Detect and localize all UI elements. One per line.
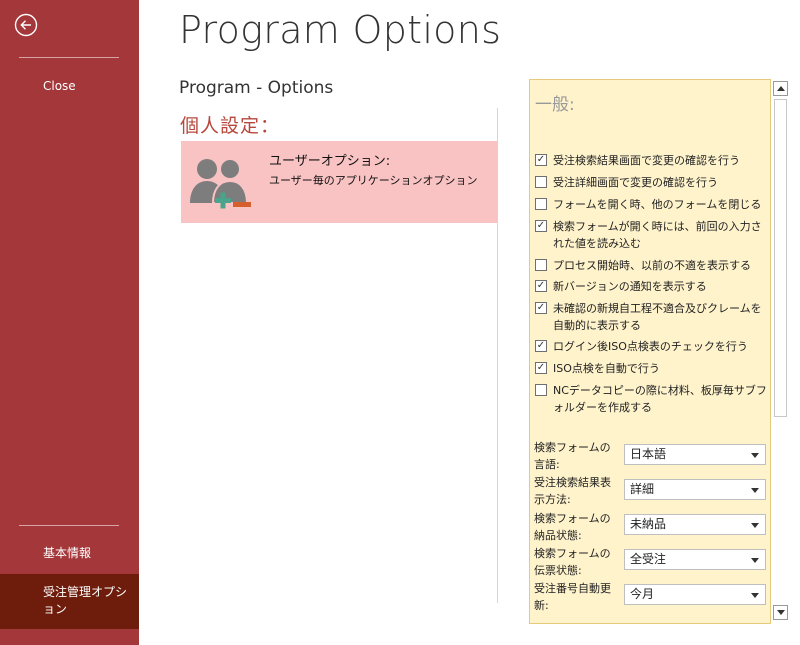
chevron-down-icon (751, 558, 759, 563)
column-divider (497, 108, 498, 603)
search-language-select[interactable]: 日本語 (624, 444, 766, 465)
checkbox[interactable] (535, 384, 547, 396)
option-show-previous-defects[interactable]: プロセス開始時、以前の不適を表示する (535, 257, 767, 274)
chevron-down-icon (751, 593, 759, 598)
user-options-title: ユーザーオプション: (269, 154, 391, 169)
delivery-status-label: 検索フォームの納品状態: (534, 512, 611, 542)
scroll-thumb[interactable] (774, 99, 787, 417)
option-iso-auto-check[interactable]: ✓ ISO点検を自動で行う (535, 360, 767, 377)
sidebar-divider-top (19, 57, 119, 58)
order-number-update-label: 受注番号自動更新: (534, 582, 611, 612)
scroll-down-button[interactable] (773, 605, 788, 620)
result-display-label: 受注検索結果表示方法: (534, 476, 611, 506)
search-language-label: 検索フォームの言語: (534, 441, 611, 471)
chevron-down-icon (751, 453, 759, 458)
users-icon (190, 158, 251, 209)
option-confirm-search-result-changes[interactable]: ✓ 受注検索結果画面で変更の確認を行う (535, 152, 767, 169)
personal-settings-heading: 個人設定： (180, 115, 281, 137)
option-close-other-forms[interactable]: フォームを開く時、他のフォームを閉じる (535, 196, 767, 213)
checkbox[interactable] (535, 176, 547, 188)
delivery-status-select[interactable]: 未納品 (624, 514, 766, 535)
option-iso-check-after-login[interactable]: ✓ ログイン後ISO点検表のチェックを行う (535, 338, 767, 355)
sidebar-item-order-options[interactable]: 受注管理オプション (0, 574, 139, 629)
scroll-up-button[interactable] (773, 81, 788, 96)
option-load-previous-search-values[interactable]: ✓ 検索フォームが開く時には、前回の入力された値を読み込む (535, 218, 767, 252)
checkbox[interactable] (535, 198, 547, 210)
slip-status-label: 検索フォームの伝票状態: (534, 547, 611, 577)
sidebar-divider-bottom (19, 525, 119, 526)
page-title: Program Options (179, 8, 502, 52)
general-options-panel: 一般: ✓ 受注検索結果画面で変更の確認を行う 受注詳細画面で変更の確認を行う … (529, 79, 771, 624)
checkbox[interactable]: ✓ (535, 362, 547, 374)
checkbox[interactable] (535, 259, 547, 271)
checkbox[interactable]: ✓ (535, 154, 547, 166)
user-options-card[interactable]: ユーザーオプション: ユーザー毎のアプリケーションオプション (181, 141, 497, 223)
checkbox[interactable]: ✓ (535, 220, 547, 232)
chevron-down-icon (751, 523, 759, 528)
order-number-update-select[interactable]: 今月 (624, 584, 766, 605)
sidebar-item-basic-info[interactable]: 基本情報 (0, 545, 139, 562)
option-nc-data-subfolders[interactable]: NCデータコピーの際に材料、板厚毎サブフォルダーを作成する (535, 382, 767, 416)
result-display-select[interactable]: 詳細 (624, 479, 766, 500)
backstage-sidebar: Close 基本情報 受注管理オプション (0, 0, 139, 645)
user-options-description: ユーザー毎のアプリケーションオプション (269, 174, 478, 187)
checkbox[interactable]: ✓ (535, 280, 547, 292)
option-show-unconfirmed-claims[interactable]: ✓ 未確認の新規自工程不適合及びクレームを自動的に表示する (535, 300, 767, 334)
page-subtitle: Program - Options (179, 78, 334, 98)
panel-scrollbar[interactable] (773, 79, 788, 624)
slip-status-select[interactable]: 全受注 (624, 549, 766, 570)
chevron-down-icon (751, 488, 759, 493)
checkbox[interactable]: ✓ (535, 302, 547, 314)
general-heading: 一般: (535, 95, 575, 115)
option-confirm-detail-changes[interactable]: 受注詳細画面で変更の確認を行う (535, 174, 767, 191)
back-arrow-icon[interactable] (14, 13, 38, 37)
checkbox[interactable]: ✓ (535, 340, 547, 352)
sidebar-item-close[interactable]: Close (0, 78, 139, 95)
option-new-version-notice[interactable]: ✓ 新バージョンの通知を表示する (535, 278, 767, 295)
